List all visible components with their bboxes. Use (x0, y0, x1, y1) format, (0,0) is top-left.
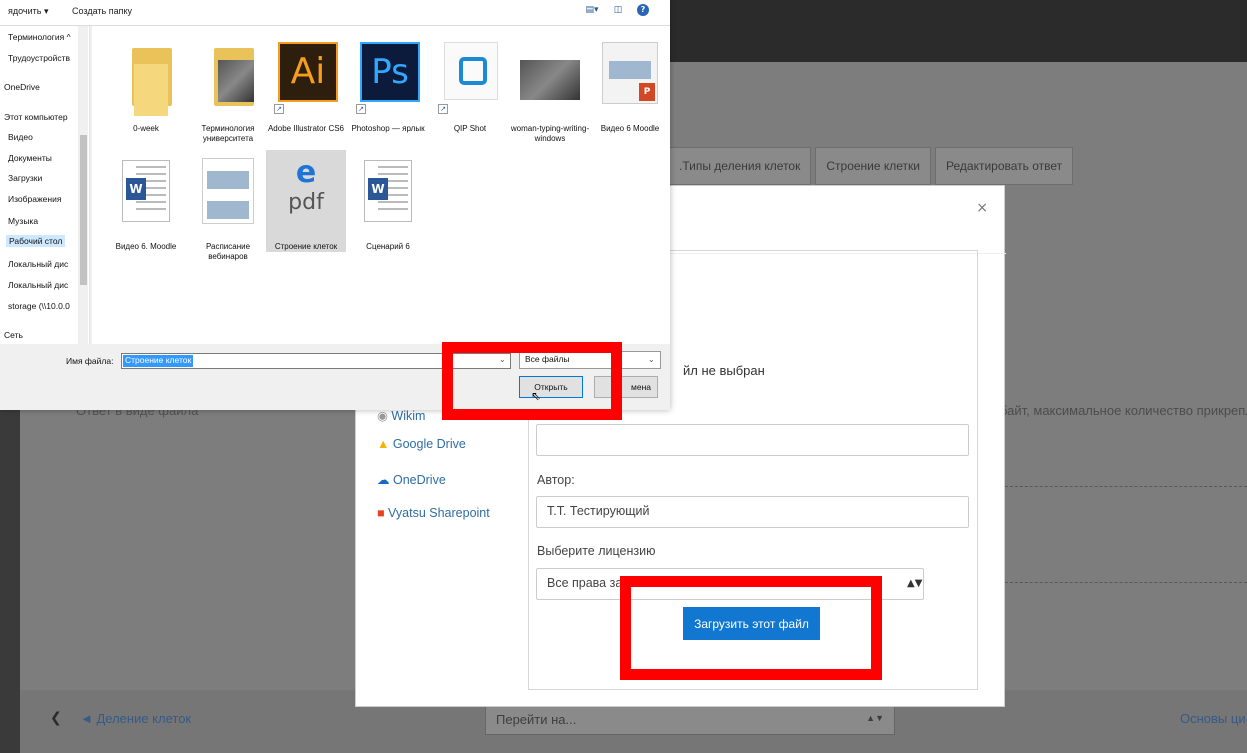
photoshop-icon: Ps ↗ (354, 36, 422, 120)
file-item[interactable]: Ai ↗ Adobe Illustrator CS6 (266, 32, 346, 134)
file-name: woman-typing-writing-windows (510, 124, 590, 143)
repo-wikimedia[interactable]: ◉ Wikim (377, 408, 425, 423)
file-name: Видео 6. Moodle (115, 242, 177, 251)
nav-item-desktop[interactable]: Рабочий стол (6, 235, 66, 247)
file-item[interactable]: P Видео 6 Moodle (590, 32, 670, 134)
folder-icon (112, 36, 180, 120)
dropzone-border-bottom (985, 582, 1247, 583)
dialog-toolbar: ядочить ▾ Создать папку ▤▾ ◫ ? (0, 0, 670, 26)
file-item[interactable]: Расписание вебинаров (188, 150, 268, 262)
onedrive-icon: ☁ (377, 473, 390, 487)
nav-scroll-thumb[interactable] (80, 135, 87, 285)
select-caret-icon: ▲▼ (907, 578, 923, 589)
nav-item[interactable]: Трудоустройств (8, 53, 70, 63)
nav-item[interactable]: Загрузки (8, 173, 42, 183)
powerpoint-icon: P (596, 36, 664, 120)
organize-button[interactable]: ядочить ▾ (8, 6, 48, 17)
nav-item[interactable]: Локальный дис (8, 259, 68, 269)
pdf-edge-icon: e pdf (288, 155, 324, 216)
navigation-pane: Терминология ^ Трудоустройств OneDrive Э… (0, 26, 90, 344)
filename-label: Имя файла: (66, 356, 114, 366)
image-icon (516, 36, 584, 120)
nav-item[interactable]: Видео (8, 132, 33, 142)
jump-to-select-value: Перейти на... (496, 712, 577, 727)
tab-cell-division-types[interactable]: .Типы деления клеток (668, 147, 812, 185)
google-drive-icon: ▲ (377, 437, 390, 451)
chevron-down-icon[interactable]: ⌄ (648, 355, 655, 364)
nav-item-network[interactable]: Сеть (4, 330, 23, 340)
next-activity-link[interactable]: Основы ци (1180, 711, 1246, 726)
select-caret-icon: ▲▼ (866, 713, 884, 723)
save-as-input[interactable] (536, 424, 969, 456)
activity-tabs: .Типы деления клеток Строение клетки Ред… (668, 147, 1247, 185)
file-item-selected[interactable]: e pdf Строение клеток (266, 150, 346, 252)
qip-shot-icon: ↗ (436, 36, 504, 120)
nav-item-onedrive[interactable]: OneDrive (4, 82, 40, 92)
nav-item[interactable]: Документы (8, 153, 52, 163)
close-icon[interactable]: × (976, 200, 988, 216)
wikimedia-icon: ◉ (377, 409, 388, 423)
tab-cell-structure[interactable]: Строение клетки (815, 147, 931, 185)
license-label: Выберите лицензию (537, 544, 656, 558)
author-input[interactable]: Т.Т. Тестирующий (536, 496, 969, 528)
tab-edit-answer[interactable]: Редактировать ответ (935, 147, 1074, 185)
nav-item[interactable]: storage (\\10.0.0 (8, 301, 70, 311)
prev-activity-link[interactable]: ◄ Деление клеток (80, 711, 191, 726)
file-item[interactable]: ↗ QIP Shot (430, 32, 510, 134)
nav-item-this-pc[interactable]: Этот компьютер (4, 112, 68, 122)
repo-google-drive[interactable]: ▲ Google Drive (377, 437, 466, 451)
view-options-icon[interactable]: ▤▾ (585, 4, 599, 16)
max-files-text: байт, максимальное количество прикрепле (1000, 403, 1247, 418)
file-list: 0-week Терминология университета Ai ↗ Ado… (92, 26, 670, 344)
repo-onedrive[interactable]: ☁ OneDrive (377, 472, 446, 487)
highlight-open-button (442, 342, 622, 420)
nav-item[interactable]: Изображения (8, 194, 61, 204)
highlight-upload-button (620, 576, 882, 680)
file-item[interactable]: 0-week (106, 32, 186, 134)
nav-item[interactable]: Локальный дис (8, 280, 68, 290)
jump-to-select[interactable]: Перейти на... ▲▼ (485, 705, 895, 735)
document-icon (194, 154, 262, 238)
chevron-left-icon[interactable]: ❮ (50, 710, 62, 726)
file-name: Сценарий 6 (366, 242, 410, 251)
filename-value: Строение клеток (123, 355, 194, 367)
file-name: Photoshop — ярлык (351, 124, 425, 133)
view-buttons: ▤▾ ◫ ? (585, 4, 649, 16)
preview-pane-icon[interactable]: ◫ (611, 4, 625, 16)
file-item[interactable]: W Сценарий 6 (348, 150, 428, 252)
nav-item[interactable]: Музыка (8, 216, 38, 226)
dropzone-border (985, 486, 1247, 487)
file-name: Adobe Illustrator CS6 (267, 124, 345, 133)
file-name: 0-week (133, 124, 159, 133)
file-not-chosen-text: йл не выбран (683, 363, 765, 378)
folder-icon (194, 36, 262, 120)
file-item[interactable]: W Видео 6. Moodle (106, 150, 186, 252)
repo-sharepoint[interactable]: ■ Vyatsu Sharepoint (377, 506, 490, 520)
file-name: Видео 6 Moodle (600, 124, 660, 133)
file-item[interactable]: Терминология университета (188, 32, 268, 144)
file-name: Расписание вебинаров (205, 242, 251, 261)
author-label: Автор: (537, 473, 575, 487)
file-name: Строение клеток (274, 242, 338, 251)
office-icon: ■ (377, 506, 385, 520)
new-folder-button[interactable]: Создать папку (72, 6, 132, 16)
help-icon[interactable]: ? (637, 4, 649, 16)
adobe-illustrator-icon: Ai ↗ (272, 36, 340, 120)
file-item[interactable]: woman-typing-writing-windows (510, 32, 590, 144)
mouse-pointer-icon: ⇖ (531, 389, 542, 403)
word-document-icon: W (354, 154, 422, 238)
file-name: QIP Shot (453, 124, 487, 133)
file-item[interactable]: Ps ↗ Photoshop — ярлык (348, 32, 428, 134)
word-document-icon: W (112, 154, 180, 238)
file-name: Терминология университета (201, 124, 255, 143)
nav-item[interactable]: Терминология ^ (8, 32, 71, 42)
